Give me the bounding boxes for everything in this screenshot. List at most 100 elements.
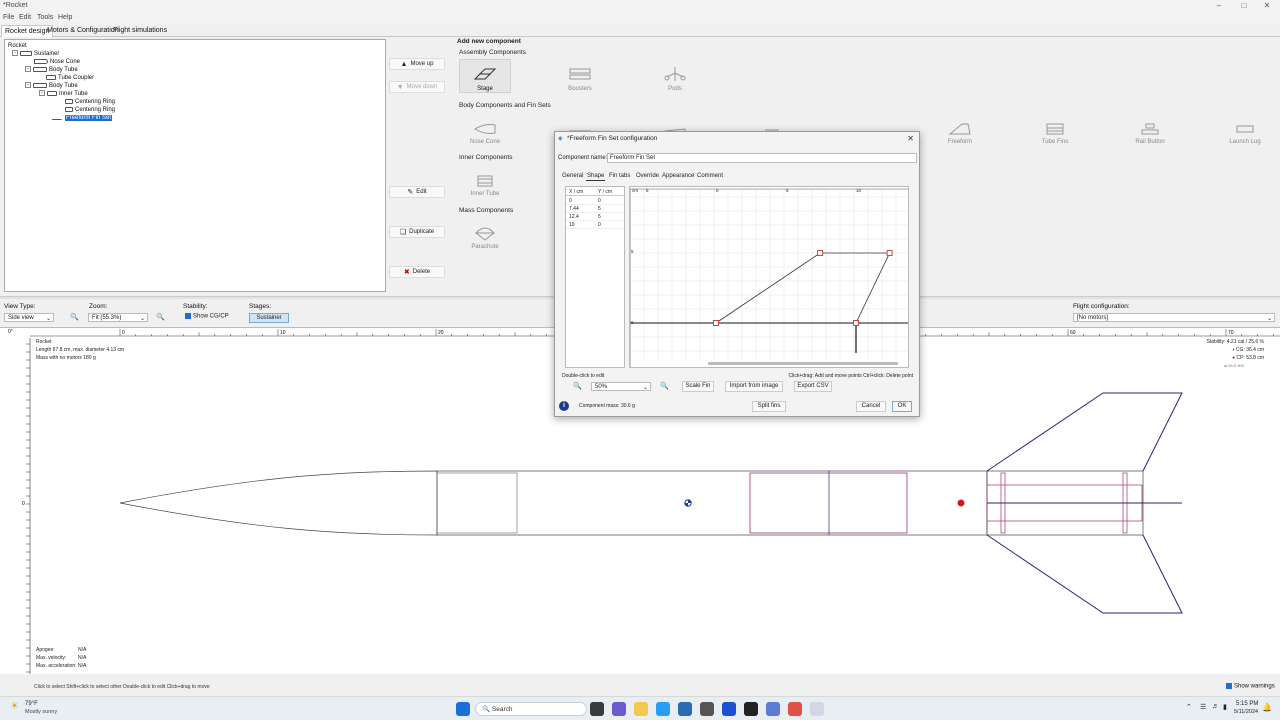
app-icon[interactable]	[700, 702, 714, 716]
tree-node-tube-coupler[interactable]: Tube Coupler	[46, 74, 94, 82]
tree-node-centering-ring-1[interactable]: Centering Ring	[65, 98, 115, 106]
fin-point-handle[interactable]	[886, 250, 893, 256]
notification-bell-icon[interactable]: 🔔	[1262, 703, 1272, 712]
move-down-button[interactable]: ▼ Move down	[389, 81, 445, 93]
zoom-out-icon[interactable]: 🔍	[70, 313, 79, 321]
component-name-input[interactable]: Freeform Fin Set	[607, 153, 917, 163]
move-up-button[interactable]: ▲ Move up	[389, 58, 445, 70]
store-icon[interactable]	[678, 702, 692, 716]
table-row[interactable]: 12.4 5	[566, 213, 624, 221]
menu-help[interactable]: Help	[58, 14, 72, 21]
table-row[interactable]: 7.44 5	[566, 205, 624, 213]
menu-edit[interactable]: Edit	[19, 14, 31, 21]
cell-x[interactable]: 7.44	[569, 205, 579, 213]
tab-general[interactable]: General	[561, 172, 584, 180]
tab-shape[interactable]: Shape	[586, 172, 606, 181]
app-icon[interactable]	[722, 702, 736, 716]
tree-node-inner-tube[interactable]: - Inner Tube	[39, 90, 88, 98]
duplicate-button[interactable]: ❏ Duplicate	[389, 226, 445, 238]
teams-icon[interactable]	[612, 702, 626, 716]
cell-x[interactable]: 0	[569, 197, 572, 205]
task-view-icon[interactable]	[590, 702, 604, 716]
weather-desc[interactable]: Mostly sunny	[25, 709, 57, 715]
rail-button-button[interactable]: Rail Button	[1124, 112, 1176, 146]
collapse-icon[interactable]: -	[25, 66, 31, 73]
tree-node-centering-ring-2[interactable]: Centering Ring	[65, 106, 115, 114]
cell-y[interactable]: 0	[598, 197, 601, 205]
stage-button[interactable]: Stage	[459, 59, 511, 93]
tab-appearance[interactable]: Appearance	[661, 172, 695, 180]
zoom-in-icon[interactable]: 🔍	[660, 382, 669, 390]
split-fins-button[interactable]: Split fins	[752, 401, 786, 412]
chevron-up-icon[interactable]: ⌃	[1186, 703, 1192, 711]
tab-flight-simulations[interactable]: Flight simulations	[110, 25, 170, 37]
collapse-icon[interactable]: -	[39, 90, 45, 97]
flight-configuration-select[interactable]: [No motors] ⌄	[1073, 313, 1275, 322]
weather-temp[interactable]: 79°F	[25, 701, 38, 707]
dialog-zoom-select[interactable]: 50% ⌄	[591, 382, 651, 391]
parachute-button[interactable]: Parachute	[459, 217, 511, 251]
tab-override[interactable]: Override	[635, 172, 660, 180]
battery-icon[interactable]: ▮	[1223, 703, 1227, 711]
fin-shape-editor[interactable]: cm 5 0 5 10 5 0	[629, 186, 909, 368]
show-warnings-checkbox[interactable]: Show warnings	[1226, 683, 1275, 690]
nose-cone-button[interactable]: Nose Cone	[459, 112, 511, 146]
stage-sustainer-toggle[interactable]: Sustainer	[249, 313, 289, 323]
tree-node-freeform-fin-set[interactable]: Freeform Fin Set	[51, 114, 113, 122]
maximize-icon[interactable]: □	[1233, 1, 1255, 11]
weather-sun-icon[interactable]: ☀	[10, 701, 19, 712]
zoom-out-icon[interactable]: 🔍	[573, 382, 582, 390]
fin-upper-shape[interactable]	[986, 392, 1183, 472]
inner-tube-button[interactable]: Inner Tube	[459, 164, 511, 198]
table-row[interactable]: 10 0	[566, 221, 624, 229]
show-cgcp-checkbox[interactable]: Show CG/CP	[185, 313, 229, 320]
close-icon[interactable]: ✕	[1256, 1, 1278, 11]
menu-tools[interactable]: Tools	[37, 14, 53, 21]
fin-lower-shape[interactable]	[986, 534, 1183, 614]
zoom-select[interactable]: Fit (55.3%) ⌄	[88, 313, 148, 322]
dialog-close-icon[interactable]: ✕	[907, 134, 914, 143]
tree-node-body-tube-2[interactable]: - Body Tube	[25, 82, 78, 90]
inner-component-shape[interactable]	[749, 472, 908, 534]
wifi-icon[interactable]: ☰	[1200, 703, 1206, 711]
delete-button[interactable]: ✖ Delete	[389, 266, 445, 278]
tree-node-body-tube-1[interactable]: - Body Tube	[25, 66, 78, 74]
collapse-icon[interactable]: -	[25, 82, 31, 89]
tree-node-sustainer[interactable]: - Sustainer	[12, 50, 59, 58]
table-row[interactable]: 00	[566, 197, 624, 205]
export-csv-button[interactable]: Export CSV	[794, 381, 832, 392]
taskbar-search[interactable]: 🔍 Search	[475, 702, 587, 716]
cell-y[interactable]: 5	[598, 213, 601, 221]
view-type-select[interactable]: Side view ⌄	[4, 313, 54, 322]
fin-points-table[interactable]: X / cm Y / cm 00 7.44 5 12.4 5 10 0	[565, 186, 625, 368]
ok-button[interactable]: OK	[892, 401, 912, 412]
tree-node-nose-cone[interactable]: Nose Cone	[34, 58, 80, 66]
tab-fin-tabs[interactable]: Fin tabs	[608, 172, 631, 180]
cancel-button[interactable]: Cancel	[856, 401, 886, 412]
import-from-image-button[interactable]: Import from image	[725, 381, 783, 392]
cell-y[interactable]: 5	[598, 205, 601, 213]
tube-fins-button[interactable]: Tube Fins	[1029, 112, 1081, 146]
volume-icon[interactable]: ♬	[1212, 703, 1219, 710]
cell-x[interactable]: 12.4	[569, 213, 579, 221]
boosters-button[interactable]: Boosters	[554, 59, 606, 93]
edit-button[interactable]: ✎ Edit	[389, 186, 445, 198]
component-tree[interactable]: Rocket - Sustainer Nose Cone - Body Tube T…	[4, 39, 386, 292]
start-icon[interactable]	[456, 702, 470, 716]
tube-coupler-shape[interactable]	[436, 472, 518, 534]
nose-cone-shape[interactable]	[119, 470, 438, 536]
menu-file[interactable]: File	[3, 14, 14, 21]
collapse-icon[interactable]: -	[12, 50, 18, 57]
clock-time[interactable]: 5:15 PM	[1236, 701, 1258, 707]
openrocket-icon[interactable]	[810, 702, 824, 716]
minimize-icon[interactable]: –	[1208, 1, 1230, 11]
amazon-icon[interactable]	[744, 702, 758, 716]
file-explorer-icon[interactable]	[634, 702, 648, 716]
tab-comment[interactable]: Comment	[696, 172, 724, 180]
scale-fin-button[interactable]: Scale Fin	[682, 381, 714, 392]
zoom-in-icon[interactable]: 🔍	[156, 313, 165, 321]
launch-lug-button[interactable]: Launch Lug	[1219, 112, 1271, 146]
chrome-icon[interactable]	[788, 702, 802, 716]
edge-icon[interactable]	[656, 702, 670, 716]
cell-y[interactable]: 0	[598, 221, 601, 229]
